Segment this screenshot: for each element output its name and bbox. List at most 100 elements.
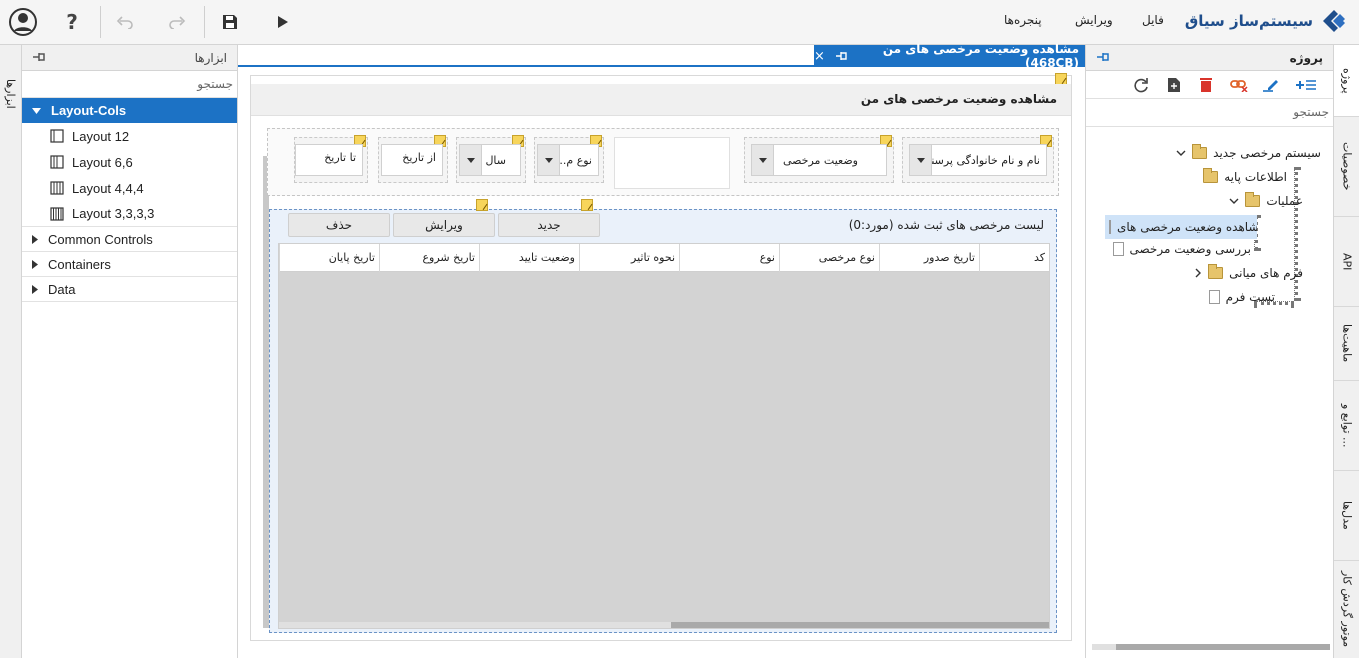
undo-icon[interactable]: [108, 6, 142, 38]
side-tab-models[interactable]: مدل‌ها: [1334, 471, 1359, 561]
pin-icon[interactable]: [1096, 51, 1112, 63]
year-select-value: سال: [485, 153, 506, 167]
horizontal-scrollbar[interactable]: [1092, 644, 1330, 650]
category-data[interactable]: Data: [22, 277, 237, 302]
chevron-down-icon[interactable]: [538, 145, 560, 175]
filter-year-box[interactable]: سال: [456, 135, 526, 183]
tree-item-review-leave-status[interactable]: بررسی وضعیت مرخصی: [1112, 242, 1251, 256]
status-select-value: وضعیت مرخصی: [782, 153, 858, 167]
project-title: پروژه: [1289, 51, 1323, 65]
layout-item-label: Layout 4,4,4: [72, 180, 144, 196]
project-panel: پروژه جستجو سیستم مرخصی جدید اطلاعات پای…: [1085, 45, 1333, 658]
year-select[interactable]: سال: [459, 144, 521, 176]
pin-icon[interactable]: [32, 51, 48, 63]
export-file-icon[interactable]: [1164, 76, 1184, 94]
layout-item[interactable]: Layout 12: [22, 123, 237, 149]
category-common-controls[interactable]: Common Controls: [22, 227, 237, 252]
delete-icon[interactable]: [1196, 76, 1216, 94]
help-icon[interactable]: ?: [55, 6, 89, 38]
side-tab-functions[interactable]: توابع و ...: [1334, 381, 1359, 471]
form-title: مشاهده وضعیت مرخصی های من: [860, 92, 1057, 106]
person-select-value: نام و نام خانوادگی پرسنل: [923, 153, 1040, 167]
category-label: Layout-Cols: [51, 103, 127, 118]
horizontal-scrollbar[interactable]: [279, 622, 1049, 628]
scrollbar-thumb[interactable]: [1116, 644, 1330, 650]
rename-icon[interactable]: [1261, 76, 1281, 94]
edit-button[interactable]: ویرایش: [393, 213, 495, 237]
toolbox-strip-tab[interactable]: ابزارها: [4, 79, 17, 109]
side-tab-label: ماهیت‌ها: [1340, 324, 1354, 363]
person-select[interactable]: نام و نام خانوادگی پرسنل: [909, 144, 1047, 176]
side-tab-workflow-engine[interactable]: موتور گردش کار: [1334, 561, 1359, 657]
tree-item-intermediate-forms[interactable]: فرم های میانی: [1195, 264, 1303, 280]
toolbox-search-input[interactable]: جستجو: [22, 71, 237, 98]
document-tab[interactable]: مشاهده وضعیت مرخصی های من (468CB) ×: [814, 42, 1085, 70]
column-header[interactable]: نوع مرخصی: [779, 244, 879, 272]
tree-item-view-leave-status[interactable]: مشاهده وضعیت مرخصی های: [1105, 215, 1257, 239]
records-grid-panel[interactable]: لیست مرخصی های ثبت شده (مورد:0) جدید ویر…: [269, 199, 1057, 633]
layout-grid-icon: [50, 155, 64, 169]
menu-edit[interactable]: ویرایش: [1075, 13, 1113, 27]
tree-item-operations[interactable]: عملیات: [1229, 192, 1303, 208]
chevron-down-icon[interactable]: [752, 145, 774, 175]
project-search-input[interactable]: جستجو: [1086, 99, 1333, 127]
tree-root[interactable]: سیستم مرخصی جدید: [1176, 144, 1321, 160]
user-account-icon[interactable]: [6, 6, 40, 38]
toolbar-divider: [100, 6, 101, 38]
filter-status-box[interactable]: وضعیت مرخصی: [744, 135, 894, 183]
new-button[interactable]: جدید: [498, 213, 600, 237]
side-tab-api[interactable]: API: [1334, 217, 1359, 307]
column-header[interactable]: نحوه تاثیر: [579, 244, 679, 272]
project-header: پروژه: [1086, 45, 1333, 71]
save-icon[interactable]: [213, 6, 247, 38]
filter-person-box[interactable]: نام و نام خانوادگی پرسنل: [902, 135, 1054, 183]
records-grid[interactable]: کد تاریخ صدور نوع مرخصی نوع نحوه تاثیر و…: [278, 243, 1050, 629]
filter-from-box[interactable]: از تاریخ: [378, 135, 448, 183]
layout-grid-icon: [50, 181, 64, 195]
run-icon[interactable]: [266, 6, 300, 38]
side-tab-label: API: [1340, 252, 1354, 271]
category-label: Common Controls: [48, 231, 153, 247]
side-tab-project[interactable]: پروژه: [1334, 45, 1359, 117]
filter-panel[interactable]: نام و نام خانوادگی پرسنل وضعیت مرخصی نوع…: [267, 128, 1059, 196]
menu-windows[interactable]: پنجره‌ها: [1004, 13, 1042, 27]
column-header[interactable]: کد: [979, 244, 1049, 272]
layout-item[interactable]: Layout 6,6: [22, 149, 237, 175]
side-tab-entities[interactable]: ماهیت‌ها: [1334, 307, 1359, 381]
layout-item[interactable]: Layout 4,4,4: [22, 175, 237, 201]
close-tab-icon[interactable]: ×: [814, 49, 825, 64]
scrollbar-thumb[interactable]: [671, 622, 1049, 628]
add-item-icon[interactable]: [1293, 76, 1319, 94]
filter-to-box[interactable]: تا تاریخ: [294, 135, 368, 183]
tree-item-test-form[interactable]: تست فرم: [1208, 290, 1275, 304]
tree-item-base-info[interactable]: اطلاعات پایه: [1203, 168, 1287, 184]
chevron-down-icon[interactable]: [910, 145, 932, 175]
side-tab-properties[interactable]: خصوصیات: [1334, 117, 1359, 217]
redo-icon[interactable]: [160, 6, 194, 38]
layout-item[interactable]: Layout 3,3,3,3: [22, 201, 237, 227]
column-header[interactable]: تاریخ پایان: [279, 244, 379, 272]
column-header[interactable]: تاریخ شروع: [379, 244, 479, 272]
chevron-right-icon: [32, 234, 38, 244]
delete-button[interactable]: حذف: [288, 213, 390, 237]
from-date-input[interactable]: از تاریخ: [381, 144, 443, 176]
column-header[interactable]: نوع: [679, 244, 779, 272]
refresh-icon[interactable]: [1131, 76, 1151, 94]
form-canvas[interactable]: مشاهده وضعیت مرخصی های من نام و نام خانو…: [250, 73, 1072, 641]
type-select[interactable]: نوع م...: [537, 144, 599, 176]
unlink-icon[interactable]: [1229, 76, 1249, 94]
column-header[interactable]: تاریخ صدور: [879, 244, 979, 272]
category-containers[interactable]: Containers: [22, 252, 237, 277]
chevron-down-icon[interactable]: [460, 145, 482, 175]
menu-file[interactable]: فایل: [1142, 13, 1164, 27]
toolbox-title: ابزارها: [194, 51, 227, 65]
status-select[interactable]: وضعیت مرخصی: [751, 144, 887, 176]
category-layout-cols[interactable]: Layout-Cols: [22, 98, 237, 123]
filter-type-box[interactable]: نوع م...: [534, 135, 604, 183]
empty-field-placeholder[interactable]: [614, 137, 730, 189]
pin-icon[interactable]: [835, 51, 849, 61]
to-date-input[interactable]: تا تاریخ: [295, 144, 363, 176]
tree-item-label: مشاهده وضعیت مرخصی های: [1117, 220, 1257, 234]
column-header[interactable]: وضعیت تایید: [479, 244, 579, 272]
tree-item-label: فرم های میانی: [1229, 266, 1303, 280]
